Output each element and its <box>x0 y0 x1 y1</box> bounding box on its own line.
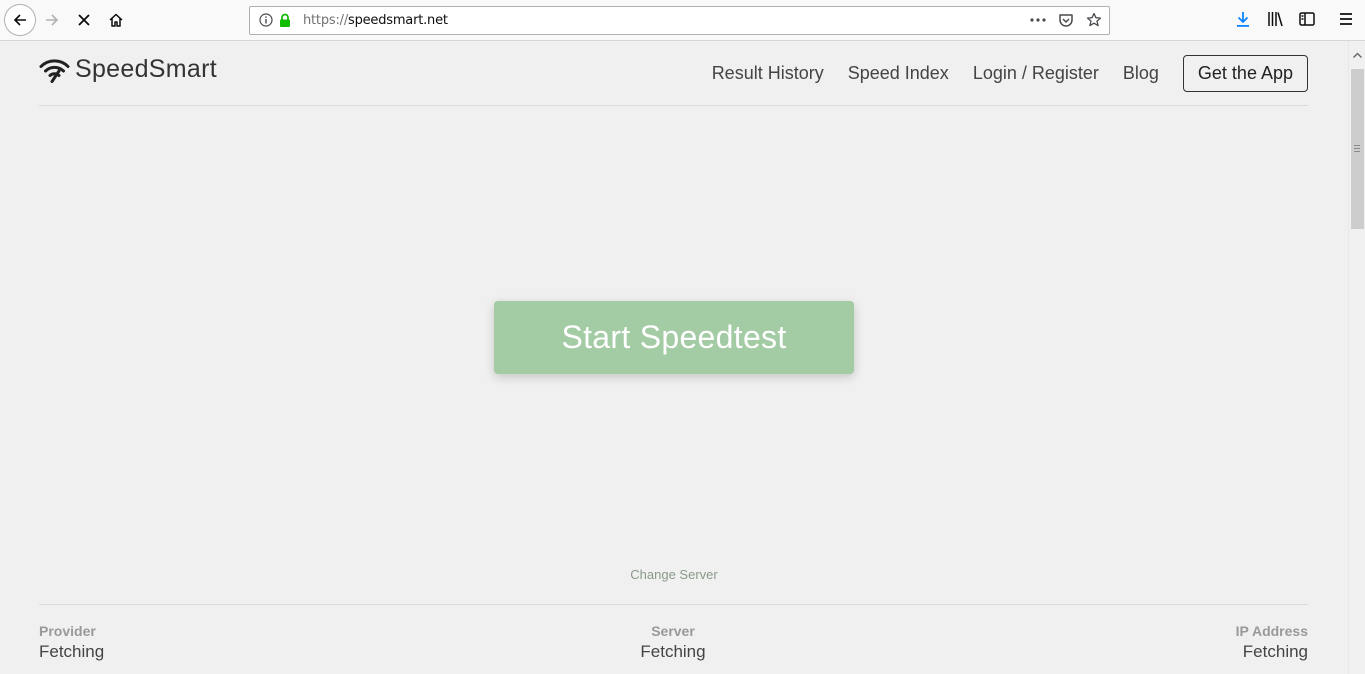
scrollbar-grip <box>1354 145 1360 152</box>
scroll-up-arrow-icon[interactable] <box>1353 45 1362 63</box>
bookmark-star-icon[interactable] <box>1086 12 1102 33</box>
url-host: speedsmart.net <box>348 13 448 28</box>
server-value: Fetching <box>640 642 706 661</box>
page-content: SpeedSmart Result History Speed Index Lo… <box>0 41 1348 674</box>
home-button[interactable] <box>101 5 131 35</box>
provider-value: Fetching <box>39 642 105 661</box>
ip-address-info: IP Address Fetching <box>1236 623 1308 662</box>
start-speedtest-button[interactable]: Start Speedtest <box>494 301 854 374</box>
back-icon <box>13 14 26 26</box>
nav-blog[interactable]: Blog <box>1123 63 1159 84</box>
info-icon[interactable] <box>259 13 273 32</box>
ip-address-value: Fetching <box>1242 642 1308 661</box>
page-scrollbar[interactable] <box>1348 41 1365 674</box>
change-server-label[interactable]: Change Server <box>630 567 717 582</box>
address-bar[interactable]: https://speedsmart.net <box>249 6 1110 35</box>
download-icon[interactable] <box>1234 10 1252 33</box>
nav-result-history[interactable]: Result History <box>712 63 824 84</box>
logo-text: SpeedSmart <box>75 55 217 83</box>
provider-label: Provider <box>39 623 96 639</box>
nav-speed-index[interactable]: Speed Index <box>848 63 949 84</box>
stop-button[interactable] <box>69 5 99 35</box>
site-header: SpeedSmart Result History Speed Index Lo… <box>39 41 1308 106</box>
back-button[interactable] <box>4 4 36 36</box>
divider <box>39 604 1308 605</box>
lock-icon[interactable] <box>279 13 291 33</box>
forward-button[interactable] <box>37 5 67 35</box>
pocket-icon[interactable] <box>1058 12 1074 33</box>
sidebar-icon[interactable] <box>1298 10 1316 33</box>
url-text[interactable]: https://speedsmart.net <box>303 13 448 28</box>
browser-toolbar: https://speedsmart.net <box>0 0 1365 41</box>
change-server-link: Change Server <box>0 567 1348 582</box>
menu-icon[interactable] <box>1337 10 1355 33</box>
get-the-app-button[interactable]: Get the App <box>1182 55 1308 92</box>
provider-info: Provider Fetching <box>39 623 104 662</box>
library-icon[interactable] <box>1266 10 1284 33</box>
site-logo[interactable]: SpeedSmart <box>39 55 217 84</box>
server-label: Server <box>651 623 695 639</box>
main-nav: Result History Speed Index Login / Regis… <box>712 55 1308 92</box>
page-actions-icon[interactable] <box>1029 12 1047 33</box>
ip-address-label: IP Address <box>1235 623 1308 639</box>
nav-login-register[interactable]: Login / Register <box>973 63 1099 84</box>
wifi-icon <box>39 58 70 83</box>
home-icon <box>109 13 123 27</box>
scrollbar-thumb[interactable] <box>1351 69 1364 229</box>
server-info: Server Fetching <box>573 623 773 662</box>
forward-icon <box>46 14 59 26</box>
stop-icon <box>78 14 90 26</box>
url-scheme: https:// <box>303 13 348 28</box>
